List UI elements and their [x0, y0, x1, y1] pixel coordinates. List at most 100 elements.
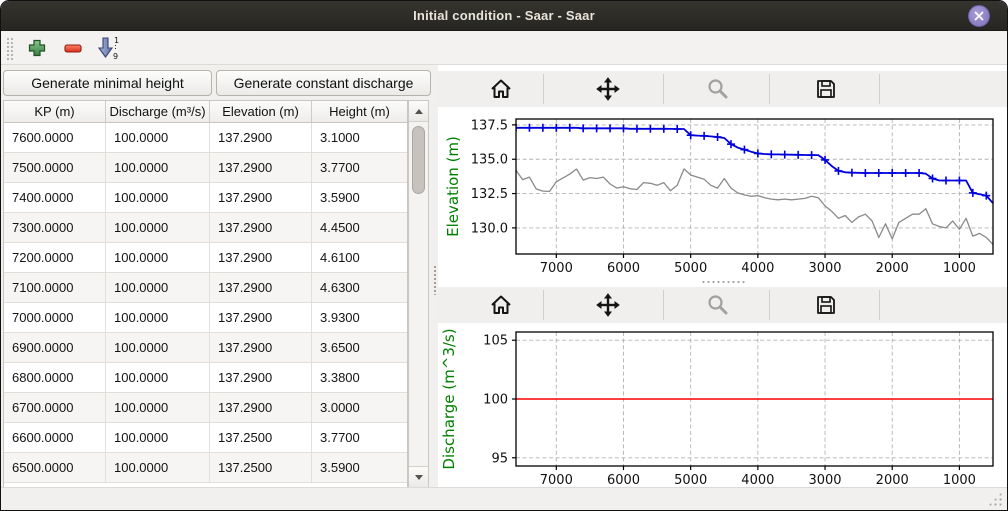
table-cell[interactable]: 3.7700: [312, 423, 407, 453]
table-cell[interactable]: 7400.0000: [4, 183, 106, 213]
table-cell[interactable]: 7600.0000: [4, 123, 106, 153]
table-cell[interactable]: 3.5900: [312, 183, 407, 213]
table-row[interactable]: 7400.0000100.0000137.29003.5900: [4, 183, 407, 213]
table-row[interactable]: 6800.0000100.0000137.29003.3800: [4, 363, 407, 393]
table-cell[interactable]: 100.0000: [106, 273, 210, 303]
column-header-height[interactable]: Height (m): [312, 101, 407, 122]
table-cell[interactable]: 137.2900: [210, 123, 312, 153]
table-scrollbar[interactable]: [408, 100, 429, 488]
svg-text:137.5: 137.5: [471, 118, 508, 133]
table-cell[interactable]: 137.2900: [210, 213, 312, 243]
table-cell[interactable]: 7000.0000: [4, 303, 106, 333]
svg-text:1000: 1000: [943, 473, 976, 488]
table-cell[interactable]: 3.7700: [312, 153, 407, 183]
plot-splitter-grip[interactable]: [701, 280, 745, 284]
scrollbar-up-button[interactable]: [409, 101, 428, 122]
table-cell[interactable]: 4.6300: [312, 273, 407, 303]
column-header-elevation[interactable]: Elevation (m): [210, 101, 312, 122]
toolbar-drag-handle[interactable]: [5, 36, 14, 60]
table-cell[interactable]: 137.2900: [210, 183, 312, 213]
scrollbar-down-button[interactable]: [409, 466, 428, 487]
table-cell[interactable]: 3.3800: [312, 363, 407, 393]
table-cell[interactable]: 3.0000: [312, 393, 407, 423]
table-cell[interactable]: 100.0000: [106, 243, 210, 273]
table-cell[interactable]: 100.0000: [106, 393, 210, 423]
table-cell[interactable]: 6600.0000: [4, 423, 106, 453]
plot1-save-button[interactable]: [808, 74, 844, 104]
table-row[interactable]: 6600.0000100.0000137.25003.7700: [4, 423, 407, 453]
table-cell[interactable]: 6800.0000: [4, 363, 106, 393]
table-cell[interactable]: 100.0000: [106, 453, 210, 483]
plot1-pan-button[interactable]: [590, 74, 626, 104]
plot2-save-button[interactable]: [808, 290, 844, 320]
table-cell[interactable]: 6700.0000: [4, 393, 106, 423]
table-cell[interactable]: 137.2900: [210, 273, 312, 303]
table-cell[interactable]: 6500.0000: [4, 453, 106, 483]
table-row[interactable]: 6900.0000100.0000137.29003.6500: [4, 333, 407, 363]
sort-1-9-icon: 1 9: [96, 35, 122, 61]
table-cell[interactable]: 137.2900: [210, 243, 312, 273]
plot2-home-button[interactable]: [483, 290, 519, 320]
table-cell[interactable]: 137.2900: [210, 393, 312, 423]
table-cell[interactable]: 7500.0000: [4, 153, 106, 183]
table-cell[interactable]: 3.9300: [312, 303, 407, 333]
close-button[interactable]: [968, 5, 990, 27]
table-row[interactable]: 7200.0000100.0000137.29004.6100: [4, 243, 407, 273]
table-cell[interactable]: 3.6500: [312, 333, 407, 363]
table-row[interactable]: 7100.0000100.0000137.29004.6300: [4, 273, 407, 303]
table-cell[interactable]: 4.6100: [312, 243, 407, 273]
elevation-plot[interactable]: 7000600050004000300020001000137.5135.013…: [438, 107, 1008, 279]
resize-grip-icon[interactable]: [988, 492, 1002, 506]
scrollbar-handle[interactable]: [412, 126, 425, 194]
table-cell[interactable]: 7300.0000: [4, 213, 106, 243]
discharge-plot[interactable]: 700060005000400030002000100010510095Disc…: [438, 323, 1008, 488]
table-cell[interactable]: 100.0000: [106, 213, 210, 243]
table-cell[interactable]: 100.0000: [106, 153, 210, 183]
zoom-icon: [706, 293, 730, 317]
table-cell[interactable]: 137.2500: [210, 453, 312, 483]
table-cell[interactable]: 7100.0000: [4, 273, 106, 303]
table-row[interactable]: 7500.0000100.0000137.29003.7700: [4, 153, 407, 183]
table-cell[interactable]: 100.0000: [106, 333, 210, 363]
table-cell[interactable]: 3.1000: [312, 123, 407, 153]
svg-text:95: 95: [491, 451, 508, 466]
table-cell[interactable]: 137.2900: [210, 303, 312, 333]
table-cell[interactable]: 7200.0000: [4, 243, 106, 273]
table-cell[interactable]: 100.0000: [106, 123, 210, 153]
plot2-zoom-button[interactable]: [700, 290, 736, 320]
table-row[interactable]: 7600.0000100.0000137.29003.1000: [4, 123, 407, 153]
table-cell[interactable]: 137.2900: [210, 363, 312, 393]
sort-button[interactable]: 1 9: [95, 34, 123, 62]
table-cell[interactable]: 4.4500: [312, 213, 407, 243]
table-row[interactable]: 7000.0000100.0000137.29003.9300: [4, 303, 407, 333]
remove-row-button[interactable]: [59, 34, 87, 62]
table-cell[interactable]: 3.5900: [312, 453, 407, 483]
toolbar-separator: [663, 74, 664, 104]
table-cell[interactable]: 100.0000: [106, 303, 210, 333]
plot2-pan-button[interactable]: [590, 290, 626, 320]
table-cell[interactable]: 100.0000: [106, 183, 210, 213]
table-row[interactable]: 6500.0000100.0000137.25003.5900: [4, 453, 407, 483]
table-cell[interactable]: 137.2900: [210, 333, 312, 363]
titlebar[interactable]: Initial condition - Saar - Saar: [1, 1, 1007, 31]
generate-constant-discharge-button[interactable]: Generate constant discharge: [216, 70, 431, 96]
chart-canvas: 7000600050004000300020001000137.5135.013…: [438, 107, 1008, 279]
table-row[interactable]: 6700.0000100.0000137.29003.0000: [4, 393, 407, 423]
pan-icon: [596, 77, 620, 101]
table-cell[interactable]: 137.2900: [210, 153, 312, 183]
table-cell[interactable]: 137.2500: [210, 423, 312, 453]
table-cell[interactable]: 100.0000: [106, 423, 210, 453]
table-row[interactable]: 7300.0000100.0000137.29004.4500: [4, 213, 407, 243]
column-header-discharge[interactable]: Discharge (m³/s): [106, 101, 210, 122]
add-row-button[interactable]: [23, 34, 51, 62]
svg-text:5000: 5000: [674, 473, 707, 488]
table-cell[interactable]: 6900.0000: [4, 333, 106, 363]
svg-text:9: 9: [113, 52, 118, 61]
right-panel: 7000600050004000300020001000137.5135.013…: [438, 65, 1008, 488]
table-cell[interactable]: 100.0000: [106, 363, 210, 393]
generate-minimal-height-button[interactable]: Generate minimal height: [3, 70, 212, 96]
plot1-zoom-button[interactable]: [700, 74, 736, 104]
plot1-home-button[interactable]: [483, 74, 519, 104]
column-header-kp[interactable]: KP (m): [4, 101, 106, 122]
statusbar: [1, 487, 1007, 510]
